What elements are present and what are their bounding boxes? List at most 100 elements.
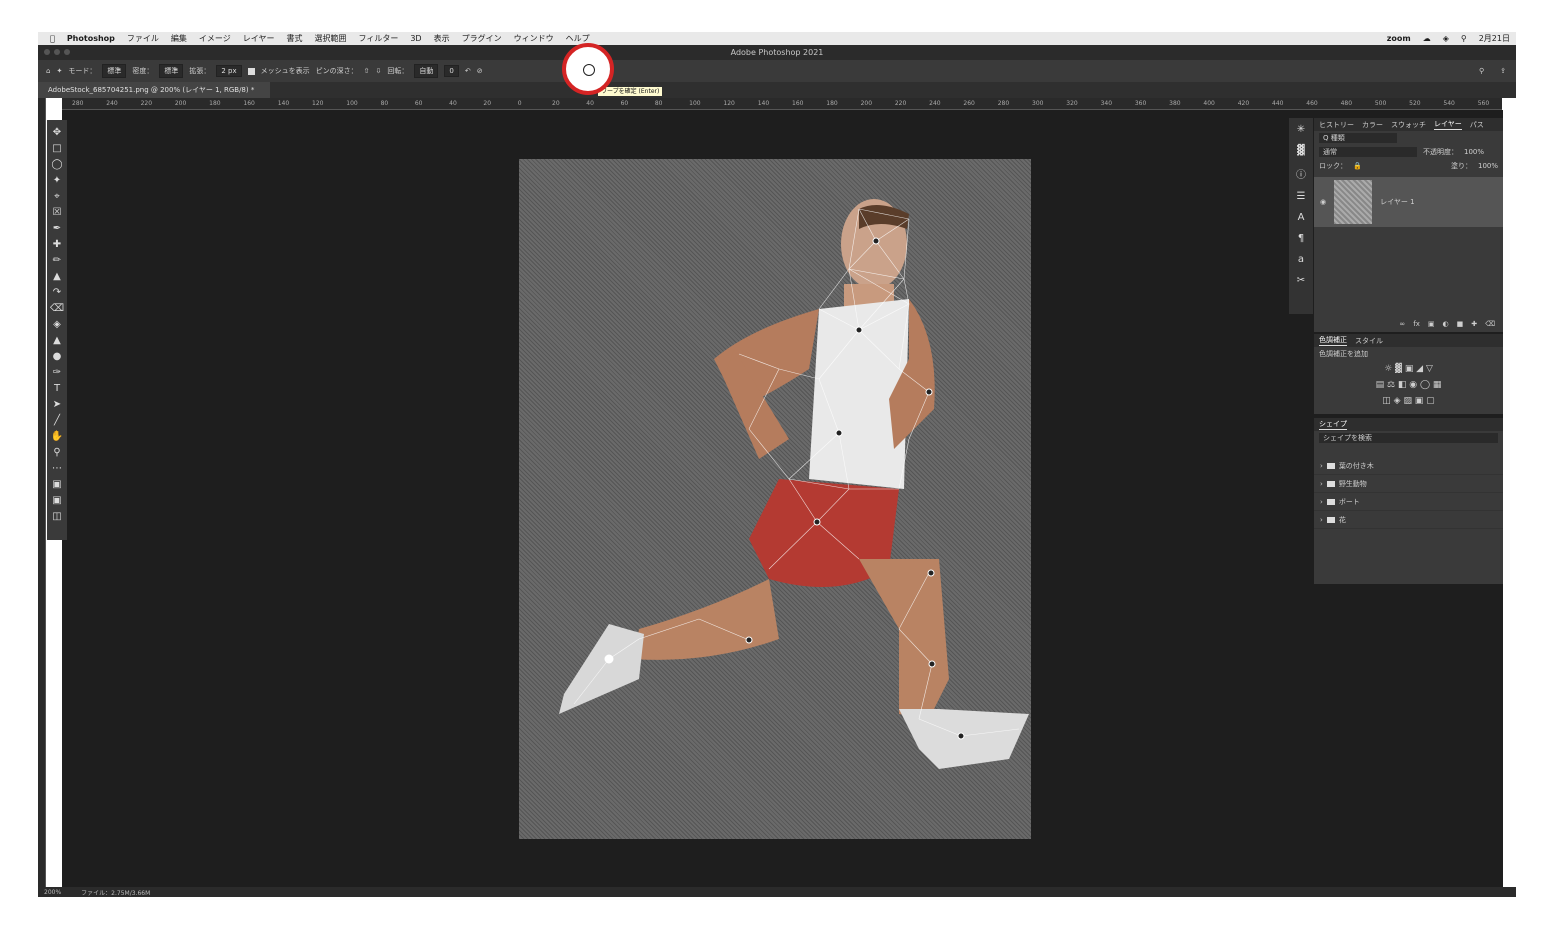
eyedropper-tool-icon[interactable]: ✒ [53, 222, 61, 236]
hand-tool-icon[interactable]: ✋ [51, 430, 63, 444]
shape-folder[interactable]: › 葉の付き木 [1314, 457, 1503, 475]
menu-filter[interactable]: フィルター [358, 33, 398, 44]
brush-tool-icon[interactable]: ✏ [53, 254, 61, 268]
minimize-window-button[interactable] [54, 49, 60, 55]
rotate-select[interactable]: 自動 [414, 64, 439, 78]
lasso-tool-icon[interactable]: ◯ [51, 158, 62, 172]
confirm-warp-button[interactable] [583, 64, 595, 76]
cancel-icon[interactable]: ⊘ [477, 67, 483, 75]
menu-file[interactable]: ファイル [127, 33, 159, 44]
share-icon[interactable]: ⇪ [1500, 67, 1506, 75]
document-canvas[interactable] [519, 159, 1031, 839]
creative-cloud-icon[interactable]: ☁ [1423, 34, 1431, 43]
shape-folder[interactable]: › 花 [1314, 511, 1503, 529]
menu-window[interactable]: ウィンドウ [514, 33, 554, 44]
new-layer-icon[interactable]: ✚ [1471, 320, 1477, 328]
menu-layer[interactable]: レイヤー [243, 33, 275, 44]
date-display[interactable]: 2月21日 [1479, 33, 1510, 44]
line-tool-icon[interactable]: ╱ [54, 414, 60, 428]
histogram-icon[interactable]: ▓ [1297, 145, 1305, 156]
vertical-ruler[interactable] [38, 98, 46, 888]
fx-icon[interactable]: fx [1413, 320, 1420, 328]
dodge-tool-icon[interactable]: ● [53, 350, 62, 364]
adjustment-icons[interactable]: ☼ ▓ ▣ ◢ ▽ ▤ ⚖ ◧ ◉ ◯ ▦ ◫ ◈ ▨ ▣ ▢ [1314, 361, 1503, 409]
expand-input[interactable]: 2 px [216, 65, 242, 77]
marquee-tool-icon[interactable]: □ [52, 142, 61, 156]
pen-tool-icon[interactable]: ✑ [53, 366, 61, 380]
tab-adjustments[interactable]: 色調補正 [1319, 335, 1347, 346]
zoom-tool-icon[interactable]: ⚲ [53, 446, 60, 460]
chevron-right-icon[interactable]: › [1320, 498, 1323, 506]
chevron-right-icon[interactable]: › [1320, 462, 1323, 470]
visibility-eye-icon[interactable]: ◉ [1320, 198, 1326, 206]
pin-up-icon[interactable]: ⇧ [364, 67, 370, 75]
menu-select[interactable]: 選択範囲 [314, 33, 346, 44]
color-swatches-icon[interactable]: ▣ [52, 478, 61, 492]
blend-mode-select[interactable]: 通常 [1319, 147, 1417, 157]
paragraph-icon[interactable]: ¶ [1298, 233, 1304, 244]
quick-mask-icon[interactable]: ▣ [52, 494, 61, 508]
show-mesh-checkbox[interactable] [247, 67, 255, 75]
link-icon[interactable]: ∞ [1399, 320, 1405, 328]
tab-styles[interactable]: スタイル [1355, 336, 1383, 346]
paint-bucket-tool-icon[interactable]: ◈ [53, 318, 61, 332]
close-window-button[interactable] [44, 49, 50, 55]
trash-icon[interactable]: ⌫ [1485, 320, 1495, 328]
undo-icon[interactable]: ↶ [465, 67, 471, 75]
path-selection-tool-icon[interactable]: ➤ [53, 398, 61, 412]
puppet-warp-tool-icon[interactable]: ✦ [56, 67, 62, 75]
history-brush-tool-icon[interactable]: ↷ [53, 286, 61, 300]
chevron-right-icon[interactable]: › [1320, 516, 1323, 524]
adjustment-layer-icon[interactable]: ◐ [1442, 320, 1448, 328]
properties-icon[interactable]: ☰ [1297, 191, 1306, 202]
mask-icon[interactable]: ▣ [1428, 320, 1435, 328]
more-tools-icon[interactable]: ⋯ [52, 462, 62, 476]
search-icon[interactable]: ⚲ [1479, 67, 1484, 75]
app-menu[interactable]: Photoshop [67, 34, 115, 43]
eraser-tool-icon[interactable]: ⌫ [50, 302, 64, 316]
shape-folder[interactable]: › ボート [1314, 493, 1503, 511]
glyphs-icon[interactable]: a [1298, 254, 1304, 265]
home-icon[interactable]: ⌂ [46, 67, 50, 75]
wifi-icon[interactable]: ◈ [1443, 34, 1449, 43]
rotate-angle-input[interactable]: 0 [444, 65, 459, 77]
mode-select[interactable]: 標準 [102, 64, 127, 78]
character-icon[interactable]: A [1298, 212, 1305, 223]
lock-icon[interactable]: 🔒 [1353, 162, 1362, 170]
info-icon[interactable]: ⓘ [1296, 166, 1306, 181]
tab-shapes[interactable]: シェイプ [1319, 419, 1347, 430]
confirm-warp-highlight[interactable] [562, 43, 614, 95]
chevron-right-icon[interactable]: › [1320, 480, 1323, 488]
menu-type[interactable]: 書式 [286, 33, 302, 44]
zoom-level[interactable]: 200% [44, 889, 61, 896]
layer-filter-select[interactable]: Q 種類 [1319, 133, 1397, 143]
move-tool-icon[interactable]: ✥ [53, 126, 61, 140]
blur-tool-icon[interactable]: ▲ [53, 334, 61, 348]
zoom-window-button[interactable] [64, 49, 70, 55]
zoom-status-item[interactable]: zoom [1387, 34, 1411, 43]
layer-name[interactable]: レイヤー 1 [1380, 197, 1414, 207]
menu-edit[interactable]: 編集 [171, 33, 187, 44]
file-info[interactable]: ファイル：2.75M/3.66M [81, 888, 150, 897]
search-icon[interactable]: ⚲ [1461, 34, 1467, 43]
pin-down-icon[interactable]: ⇩ [375, 67, 381, 75]
shape-folder[interactable]: › 野生動物 [1314, 475, 1503, 493]
menu-view[interactable]: 表示 [434, 33, 450, 44]
group-icon[interactable]: ■ [1457, 320, 1464, 328]
tab-history[interactable]: ヒストリー [1319, 120, 1354, 130]
frame-tool-icon[interactable]: ☒ [53, 206, 62, 220]
density-select[interactable]: 標準 [159, 64, 184, 78]
tools-icon[interactable]: ✂ [1297, 275, 1305, 286]
apple-menu-icon[interactable]:  [50, 34, 55, 43]
brush-settings-icon[interactable]: ✳ [1297, 124, 1305, 135]
tab-paths[interactable]: パス [1470, 120, 1484, 130]
menu-plugins[interactable]: プラグイン [462, 33, 502, 44]
menu-image[interactable]: イメージ [199, 33, 231, 44]
opacity-value[interactable]: 100% [1464, 148, 1484, 156]
screen-mode-icon[interactable]: ◫ [52, 510, 61, 524]
tab-color[interactable]: カラー [1362, 120, 1383, 130]
type-tool-icon[interactable]: T [54, 382, 60, 396]
document-tab[interactable]: AdobeStock_685704251.png @ 200% (レイヤー 1,… [38, 82, 270, 98]
crop-tool-icon[interactable]: ⌖ [54, 190, 60, 204]
horizontal-ruler[interactable]: 280 240 220 200 180 160 140 120 100 80 60 40 20 0 20 40… [62, 98, 1502, 110]
